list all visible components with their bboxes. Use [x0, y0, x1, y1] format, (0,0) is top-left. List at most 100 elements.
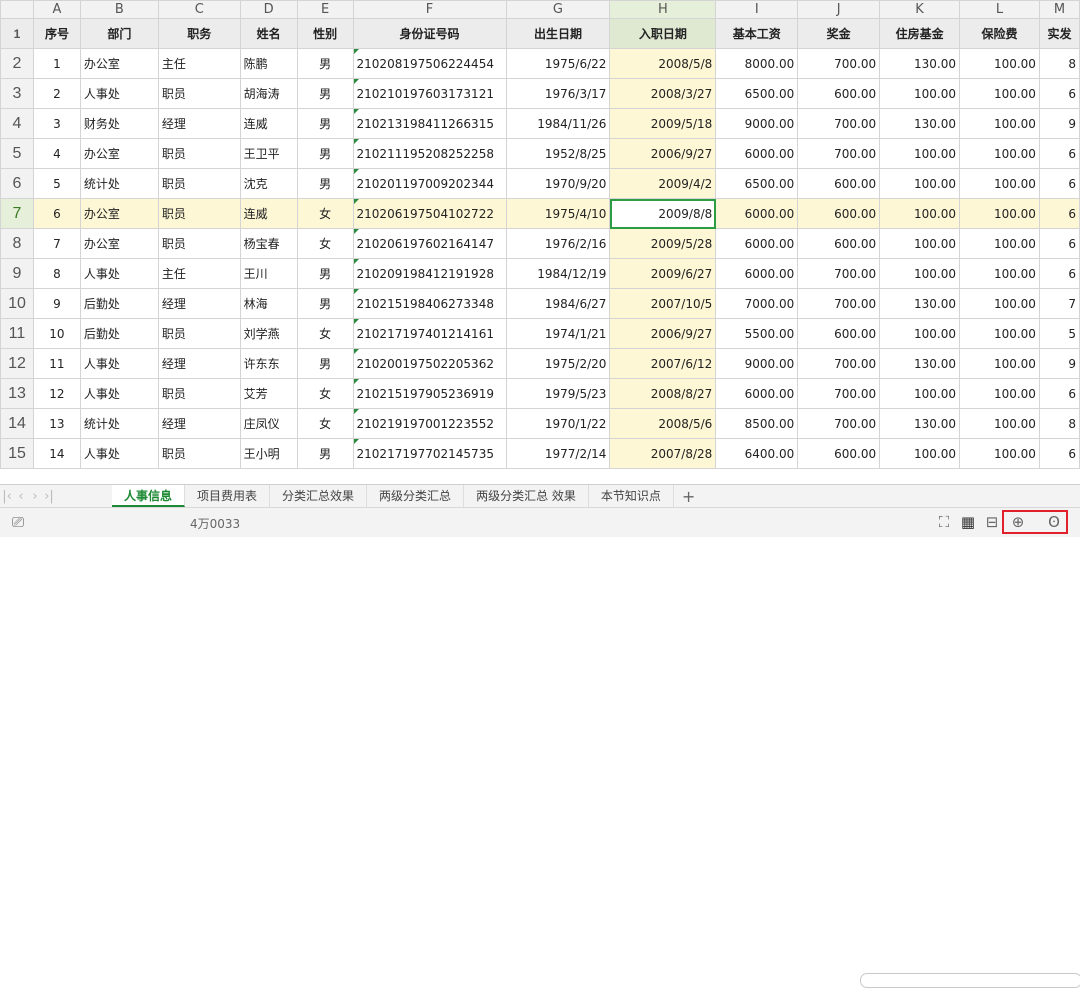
column-header-C[interactable]: C	[157, 0, 241, 19]
table-cell[interactable]: 1970/9/20	[505, 168, 611, 199]
table-cell[interactable]: 6	[1038, 168, 1080, 199]
row-number[interactable]: 12	[0, 348, 34, 379]
table-cell[interactable]: 女	[296, 198, 354, 229]
table-cell[interactable]: 主任	[157, 48, 241, 79]
table-cell[interactable]: 8000.00	[715, 48, 799, 79]
header-cell[interactable]: 姓名	[239, 18, 298, 49]
row-number[interactable]: 8	[0, 228, 34, 259]
worksheet-table[interactable]: A B C D E F G H I J K L M 1 序号 部门 职务 姓名 性别 身份证号码 出生日期 入职日期 基本工…	[0, 0, 1080, 469]
table-cell[interactable]: 2008/5/8	[609, 48, 717, 79]
table-cell[interactable]: 2008/3/27	[609, 78, 717, 109]
table-cell[interactable]: 后勤处	[79, 318, 159, 349]
table-cell[interactable]: 1975/6/22	[505, 48, 611, 79]
table-cell[interactable]: 职员	[157, 138, 241, 169]
table-cell[interactable]: 9	[1038, 108, 1080, 139]
macro-record-icon[interactable]: ⎚	[8, 512, 28, 532]
table-cell[interactable]: 杨宝春	[239, 228, 298, 259]
table-cell[interactable]: 职员	[157, 378, 241, 409]
table-cell[interactable]: 6	[1038, 438, 1080, 469]
table-cell[interactable]: 男	[296, 348, 354, 379]
table-cell[interactable]: 统计处	[79, 168, 159, 199]
add-sheet-button[interactable]: +	[674, 487, 703, 506]
table-cell[interactable]: 1975/4/10	[505, 198, 611, 229]
row-number[interactable]: 6	[0, 168, 34, 199]
row-number[interactable]: 3	[0, 78, 34, 109]
first-sheet-arrow-icon[interactable]: |‹	[0, 489, 14, 504]
table-cell[interactable]: 2009/8/8	[609, 198, 717, 229]
table-cell[interactable]: 1977/2/14	[505, 438, 611, 469]
table-cell[interactable]: 6000.00	[715, 378, 799, 409]
table-cell[interactable]: 6000.00	[715, 198, 799, 229]
table-cell[interactable]: 1	[32, 48, 81, 79]
row-number[interactable]: 7	[0, 198, 34, 229]
table-cell[interactable]: 职员	[157, 78, 241, 109]
table-cell[interactable]: 100.00	[959, 138, 1040, 169]
table-cell[interactable]: 2007/8/28	[609, 438, 717, 469]
table-cell[interactable]: 100.00	[959, 258, 1040, 289]
column-header-K[interactable]: K	[879, 0, 961, 19]
row-number[interactable]: 4	[0, 108, 34, 139]
table-cell[interactable]: 统计处	[79, 408, 159, 439]
table-cell[interactable]: 700.00	[797, 408, 881, 439]
table-cell[interactable]: 1970/1/22	[505, 408, 611, 439]
table-cell[interactable]: 1975/2/20	[505, 348, 611, 379]
table-cell[interactable]: 700.00	[797, 138, 881, 169]
table-cell[interactable]: 主任	[157, 258, 241, 289]
header-cell[interactable]: 性别	[296, 18, 354, 49]
table-cell[interactable]: 王川	[239, 258, 298, 289]
table-cell[interactable]: 7	[32, 228, 81, 259]
table-cell[interactable]: 130.00	[879, 288, 961, 319]
column-header-E[interactable]: E	[296, 0, 354, 19]
table-cell[interactable]: 210209198412191928	[352, 258, 507, 289]
column-header-D[interactable]: D	[239, 0, 298, 19]
table-cell[interactable]: 胡海涛	[239, 78, 298, 109]
table-cell[interactable]: 2	[32, 78, 81, 109]
table-cell[interactable]: 210206197602164147	[352, 228, 507, 259]
table-cell[interactable]: 3	[32, 108, 81, 139]
table-cell[interactable]: 1974/1/21	[505, 318, 611, 349]
sheet-tab[interactable]: 两级分类汇总 效果	[464, 485, 589, 507]
table-cell[interactable]: 100.00	[879, 258, 961, 289]
row-number[interactable]: 1	[0, 18, 34, 49]
table-cell[interactable]: 7	[1038, 288, 1080, 319]
table-cell[interactable]: 10	[32, 318, 81, 349]
table-cell[interactable]: 100.00	[959, 318, 1040, 349]
header-cell[interactable]: 住房基金	[879, 18, 961, 49]
table-cell[interactable]: 人事处	[79, 348, 159, 379]
table-cell[interactable]: 人事处	[79, 378, 159, 409]
table-cell[interactable]: 6	[1038, 228, 1080, 259]
table-cell[interactable]: 女	[296, 228, 354, 259]
table-cell[interactable]: 1952/8/25	[505, 138, 611, 169]
header-cell[interactable]: 出生日期	[505, 18, 611, 49]
next-sheet-arrow-icon[interactable]: ›	[28, 489, 42, 504]
table-cell[interactable]: 男	[296, 78, 354, 109]
table-cell[interactable]: 许东东	[239, 348, 298, 379]
table-cell[interactable]: 男	[296, 48, 354, 79]
table-cell[interactable]: 210206197504102722	[352, 198, 507, 229]
table-cell[interactable]: 连威	[239, 108, 298, 139]
table-cell[interactable]: 210213198411266315	[352, 108, 507, 139]
table-cell[interactable]: 6	[32, 198, 81, 229]
column-header-G[interactable]: G	[505, 0, 611, 19]
header-cell[interactable]: 奖金	[797, 18, 881, 49]
table-cell[interactable]: 连威	[239, 198, 298, 229]
row-number[interactable]: 9	[0, 258, 34, 289]
table-cell[interactable]: 女	[296, 408, 354, 439]
table-cell[interactable]: 王卫平	[239, 138, 298, 169]
table-cell[interactable]: 210208197506224454	[352, 48, 507, 79]
table-cell[interactable]: 700.00	[797, 258, 881, 289]
table-cell[interactable]: 11	[32, 348, 81, 379]
column-header-M[interactable]: M	[1038, 0, 1080, 19]
header-cell[interactable]: 实发	[1038, 18, 1080, 49]
table-cell[interactable]: 130.00	[879, 348, 961, 379]
table-cell[interactable]: 210217197401214161	[352, 318, 507, 349]
table-cell[interactable]: 600.00	[797, 228, 881, 259]
header-cell[interactable]: 身份证号码	[352, 18, 507, 49]
table-cell[interactable]: 男	[296, 168, 354, 199]
table-cell[interactable]: 600.00	[797, 198, 881, 229]
table-cell[interactable]: 1979/5/23	[505, 378, 611, 409]
column-header-L[interactable]: L	[959, 0, 1040, 19]
table-cell[interactable]: 8	[1038, 408, 1080, 439]
table-cell[interactable]: 女	[296, 378, 354, 409]
table-cell[interactable]: 经理	[157, 348, 241, 379]
